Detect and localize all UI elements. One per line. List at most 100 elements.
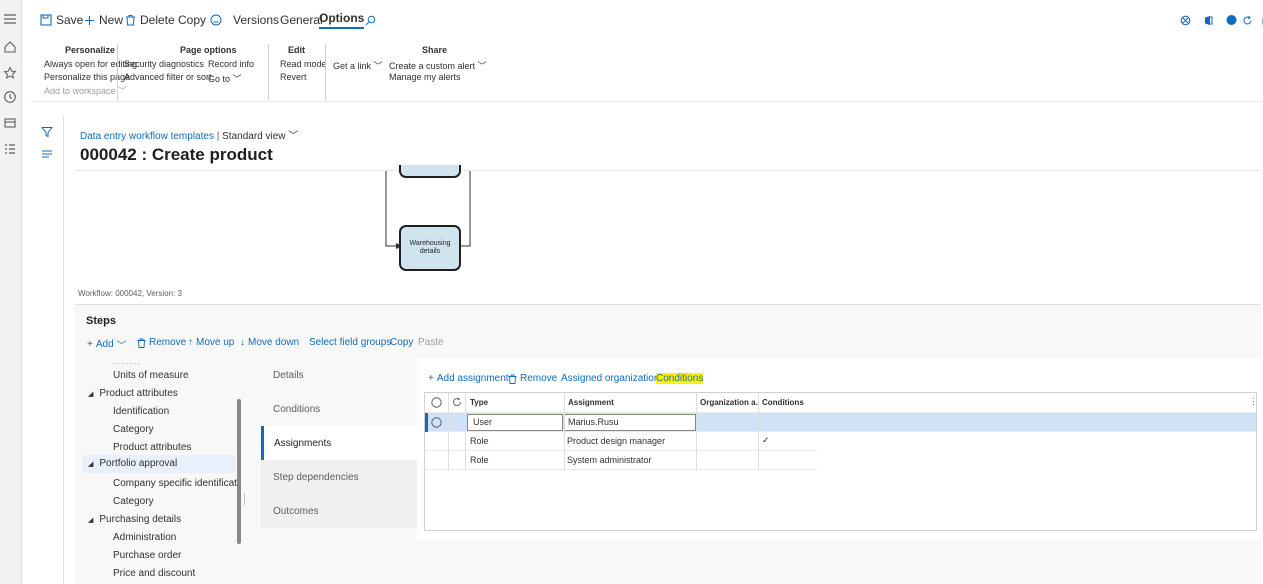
tab-step-dependencies[interactable]: Step dependencies	[261, 460, 417, 494]
list-icon[interactable]	[3, 142, 19, 158]
advanced-filter-or-sort[interactable]: Advanced filter or sort	[124, 72, 212, 82]
options-tab[interactable]: Options	[319, 11, 365, 29]
tree-group[interactable]: ◢ Product attributes	[88, 388, 178, 399]
row-radio[interactable]	[431, 417, 442, 428]
column-header-type[interactable]: Type	[470, 398, 488, 407]
column-divider	[448, 393, 449, 471]
go-to[interactable]: Go to ﹀	[208, 72, 242, 85]
office-apps-button[interactable]	[1203, 12, 1214, 28]
select-field-groups-button[interactable]: Select field groups	[309, 337, 391, 348]
general-tab[interactable]: General	[280, 12, 323, 28]
save-icon	[40, 14, 52, 26]
tree-item[interactable]: Price and discount	[113, 568, 195, 579]
tree-item-clipped: ··········	[113, 359, 140, 368]
manage-my-alerts[interactable]: Manage my alerts	[389, 72, 461, 82]
tree-group[interactable]: ◢ Purchasing details	[88, 514, 181, 525]
workflow-node-warehousing[interactable]: Warehousing details	[399, 225, 461, 271]
star-icon[interactable]	[3, 66, 19, 82]
type-cell: Role	[470, 455, 489, 465]
tree-item[interactable]: Administration	[113, 532, 176, 543]
save-label: Save	[56, 13, 84, 27]
breadcrumb: Data entry workflow templates | Standard…	[80, 127, 298, 142]
tree-item[interactable]: Company specific identification	[113, 478, 240, 489]
record-info[interactable]: Record info	[208, 59, 254, 69]
tree-item[interactable]: Identification	[113, 406, 169, 417]
column-options-icon[interactable]: ⋮	[1249, 396, 1258, 407]
tree-scrollbar[interactable]	[237, 399, 241, 544]
column-divider	[465, 393, 466, 471]
table-row-selected[interactable]: User Marius.Rusu	[425, 413, 1256, 432]
refresh-icon[interactable]	[452, 397, 462, 407]
tree-item[interactable]: Product attributes	[113, 442, 191, 453]
splitter-handle[interactable]	[244, 493, 245, 505]
navigation-pane	[0, 0, 22, 584]
get-a-link[interactable]: Get a link ﹀	[333, 59, 383, 72]
tree-group-selected[interactable]: ◢ Portfolio approval	[82, 455, 235, 473]
feedback-button[interactable]	[210, 12, 222, 28]
page-options-group-title: Page options	[180, 45, 237, 55]
copy-step-button[interactable]: Copy	[390, 337, 413, 348]
trash-icon	[126, 15, 135, 26]
clock-icon[interactable]	[3, 90, 19, 106]
filter-icon[interactable]	[41, 126, 53, 138]
type-cell: Role	[470, 436, 489, 446]
tree-item[interactable]: Category	[113, 424, 154, 435]
move-down-button[interactable]: ↓ Move down	[240, 337, 299, 348]
security-diagnostics[interactable]: Security diagnostics	[124, 59, 204, 69]
column-header-conditions[interactable]: Conditions	[762, 398, 804, 407]
assigned-organizations-button[interactable]: Assigned organizations	[561, 373, 664, 384]
refresh-button[interactable]	[1242, 12, 1253, 28]
tab-conditions[interactable]: Conditions	[261, 392, 417, 426]
tree-item[interactable]: Category	[113, 496, 154, 507]
tree-item[interactable]: Purchase order	[113, 550, 181, 561]
steps-title: Steps	[86, 315, 116, 327]
type-field[interactable]: User	[467, 414, 563, 431]
table-row[interactable]: Role Product design manager ✓	[425, 432, 818, 451]
tree-item[interactable]: Units of measure	[113, 370, 189, 381]
row-indicator	[425, 413, 428, 432]
add-step-button[interactable]: + Add ﹀	[87, 337, 127, 352]
move-up-button[interactable]: ↑ Move up	[188, 337, 234, 348]
revert[interactable]: Revert	[280, 72, 307, 82]
ribbon-divider	[325, 44, 326, 100]
assignment-cell: System administrator	[567, 455, 652, 465]
table-row[interactable]: Role System administrator	[425, 451, 818, 470]
column-header-assignment[interactable]: Assignment	[568, 398, 614, 407]
copy-button[interactable]: Copy	[178, 12, 206, 28]
tab-outcomes[interactable]: Outcomes	[261, 494, 417, 528]
office-button[interactable]	[1180, 12, 1191, 28]
notifications-button[interactable]	[1225, 12, 1238, 28]
paste-step-button[interactable]: Paste	[418, 337, 444, 348]
versions-tab[interactable]: Versions	[233, 12, 279, 28]
tab-details[interactable]: Details	[261, 358, 417, 392]
settings-icon	[1180, 15, 1191, 25]
workflow-node-previous[interactable]	[399, 165, 461, 178]
hamburger-icon[interactable]	[3, 12, 19, 28]
workflow-designer[interactable]: Warehousing details	[75, 165, 1261, 298]
search-button[interactable]	[365, 12, 376, 28]
options-ribbon: Personalize Always open for editing Pers…	[30, 40, 1263, 102]
home-icon[interactable]	[3, 40, 19, 56]
column-header-organization[interactable]: Organization a...	[700, 398, 758, 407]
add-assignment-button[interactable]: + Add assignment	[428, 373, 509, 384]
create-a-custom-alert[interactable]: Create a custom alert ﹀	[389, 59, 487, 72]
breadcrumb-separator: |	[216, 131, 220, 142]
delete-button[interactable]: Delete	[125, 12, 175, 28]
conditions-button[interactable]: Conditions	[656, 373, 704, 384]
ribbon-divider	[268, 44, 269, 100]
breadcrumb-link[interactable]: Data entry workflow templates	[80, 131, 214, 142]
read-mode[interactable]: Read mode	[280, 59, 327, 69]
add-to-workspace[interactable]: Add to workspace ﹀	[44, 84, 127, 97]
view-selector[interactable]: Standard view ﹀	[222, 131, 298, 142]
tab-assignments[interactable]: Assignments	[261, 426, 417, 460]
workspace-icon[interactable]	[3, 116, 19, 132]
remove-assignment-button[interactable]: Remove	[508, 373, 557, 384]
notification-icon	[1226, 14, 1237, 25]
list-icon[interactable]	[41, 148, 53, 160]
remove-step-button[interactable]: Remove	[137, 337, 186, 348]
save-button[interactable]: Save	[40, 12, 83, 28]
assignment-field[interactable]: Marius.Rusu	[564, 414, 696, 431]
share-group-title: Share	[422, 45, 448, 55]
new-button[interactable]: New	[84, 12, 123, 28]
select-all-checkbox[interactable]	[431, 397, 442, 408]
